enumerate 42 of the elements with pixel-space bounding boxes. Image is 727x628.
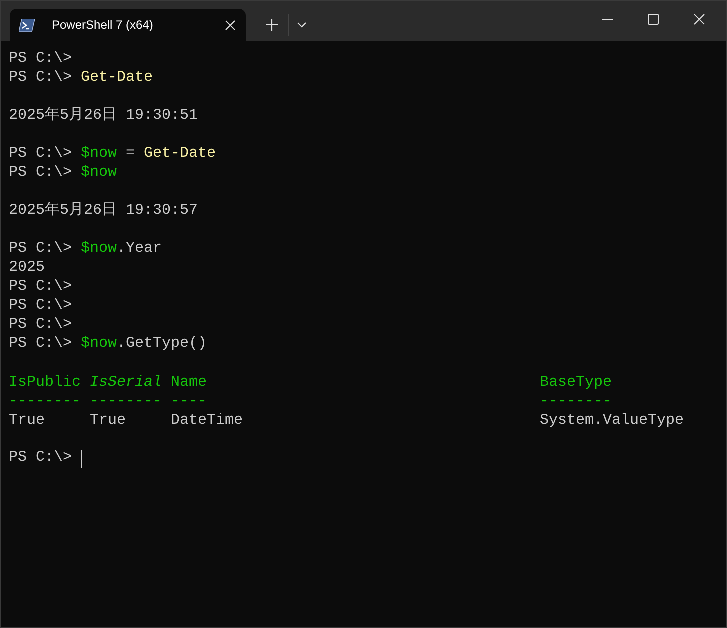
operator-text: = — [126, 144, 136, 164]
prompt-text: PS C:\> — [9, 277, 72, 298]
shell-prompt-icon — [19, 18, 35, 32]
plus-icon[interactable] — [266, 19, 278, 31]
chevron-down-icon[interactable] — [297, 22, 307, 28]
prompt-text: PS C:\> — [9, 163, 72, 184]
header-rule: ---- — [171, 392, 208, 411]
command-text: $now — [81, 239, 118, 260]
maximize-icon[interactable] — [648, 14, 659, 25]
command-text: .GetType() — [117, 334, 208, 354]
output-text: 2025年5月26日 19:30:57 — [9, 201, 198, 222]
prompt-text: PS C:\> — [9, 68, 72, 88]
table-cell-text: True — [90, 411, 128, 430]
column-header: Name — [171, 373, 208, 392]
command-text: .Year — [117, 239, 162, 260]
prompt-text: PS C:\> — [9, 144, 72, 164]
output-text: 2025年5月26日 19:30:51 — [9, 106, 198, 126]
column-header: BaseType — [540, 373, 614, 392]
terminal-tab[interactable]: PowerShell 7 (x64) — [10, 9, 246, 41]
close-icon[interactable] — [225, 20, 236, 30]
header-rule: -------- — [90, 392, 164, 411]
header-rule: -------- — [9, 392, 82, 411]
close-icon[interactable] — [694, 14, 705, 25]
command-text: Get-Date — [81, 68, 154, 88]
command-text: $now — [81, 144, 118, 164]
command-text: Get-Date — [144, 144, 216, 164]
output-text: 2025 — [9, 258, 46, 278]
tab-title: PowerShell 7 (x64) — [52, 17, 154, 34]
prompt-text: PS C:\> — [9, 49, 72, 70]
column-header: IsSerial — [90, 373, 164, 392]
prompt-text: PS C:\> — [9, 239, 72, 260]
command-text: $now — [81, 163, 118, 184]
table-cell-text: DateTime — [171, 411, 244, 430]
prompt-text: PS C:\> — [9, 315, 72, 336]
table-cell-text: System.ValueType — [540, 411, 686, 430]
column-header: IsPublic — [9, 373, 82, 392]
table-cell-text: True — [9, 411, 46, 430]
prompt-text: PS C:\> — [9, 296, 72, 316]
prompt-text: PS C:\> — [9, 448, 72, 468]
command-text: $now — [81, 334, 118, 354]
prompt-text: PS C:\> — [9, 334, 72, 354]
header-rule: -------- — [540, 392, 614, 411]
